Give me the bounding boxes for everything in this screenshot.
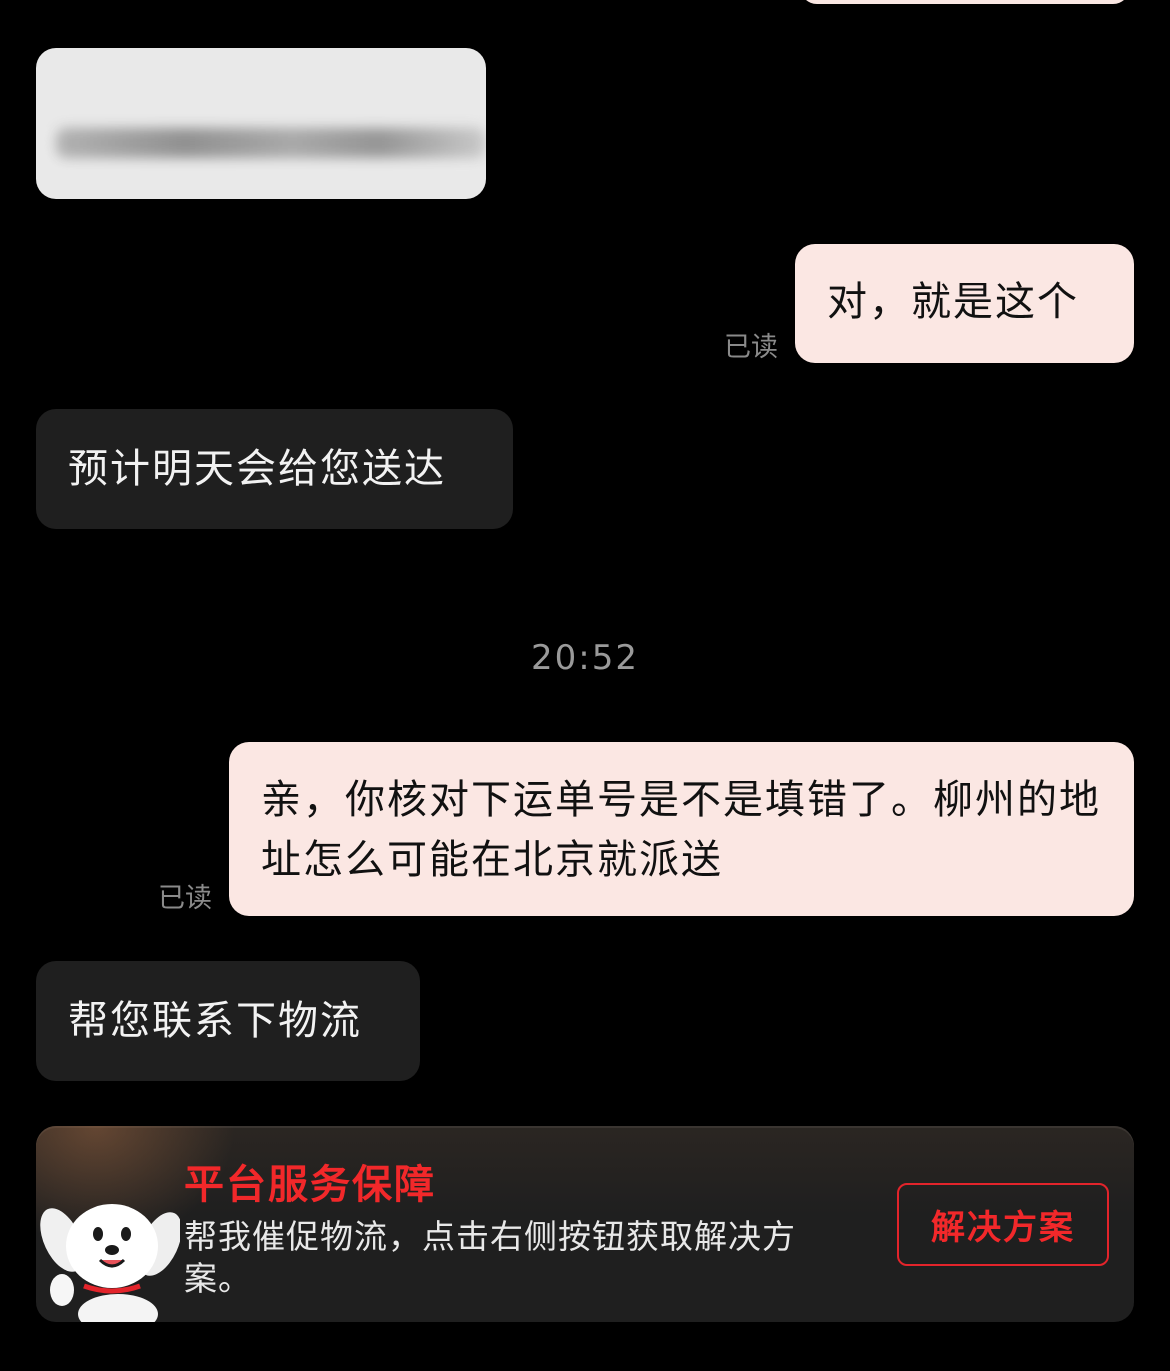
outgoing-message-bubble[interactable]: 对，就是这个 bbox=[795, 244, 1134, 363]
card-description: 帮我催促物流，点击右侧按钮获取解决方案。 bbox=[184, 1217, 796, 1298]
outgoing-message-bubble[interactable]: 亲，你核对下运单号是不是填错了。柳州的地址怎么可能在北京就派送 bbox=[229, 742, 1134, 916]
message-text: 预计明天会给您送达 bbox=[68, 446, 446, 492]
message-text: 亲，你核对下运单号是不是填错了。柳州的地址怎么可能在北京就派送 bbox=[261, 777, 1101, 883]
read-status: 已读 bbox=[158, 883, 212, 914]
blurred-text bbox=[56, 128, 486, 158]
message-text: 对，就是这个 bbox=[827, 279, 1079, 325]
incoming-message-bubble[interactable]: 预计明天会给您送达 bbox=[36, 409, 513, 529]
incoming-message-bubble[interactable]: 帮您联系下物流 bbox=[36, 961, 420, 1081]
blurred-incoming-message[interactable] bbox=[36, 48, 486, 199]
platform-service-card[interactable]: 平台服务保障 帮我催促物流，点击右侧按钮获取解决方案。 解决方案 bbox=[36, 1126, 1134, 1322]
chat-timestamp: 20:52 bbox=[531, 638, 639, 678]
card-title: 平台服务保障 bbox=[184, 1162, 436, 1208]
solution-button[interactable]: 解决方案 bbox=[897, 1183, 1109, 1266]
previous-outgoing-bubble bbox=[800, 0, 1130, 4]
message-text: 帮您联系下物流 bbox=[68, 998, 362, 1044]
jd-dog-mascot-icon bbox=[40, 1204, 180, 1322]
read-status: 已读 bbox=[724, 332, 778, 363]
